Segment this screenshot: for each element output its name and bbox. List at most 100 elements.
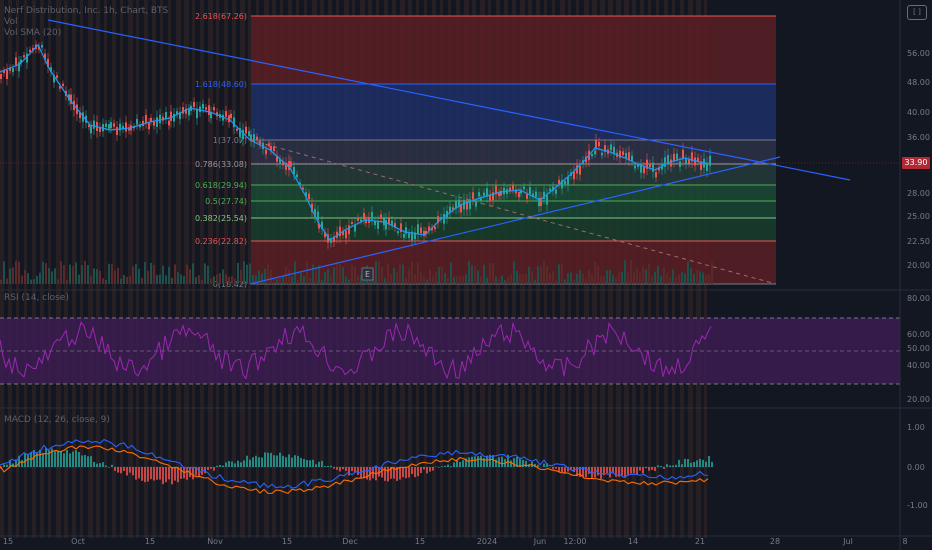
macd-bar bbox=[132, 467, 134, 476]
candle bbox=[529, 187, 531, 195]
volume-bar bbox=[156, 275, 158, 284]
macd-bar bbox=[705, 461, 707, 467]
volume-bar bbox=[141, 277, 143, 284]
volume-bar bbox=[111, 263, 113, 284]
candle bbox=[108, 124, 110, 129]
volume-bar bbox=[405, 277, 407, 284]
volume-bar bbox=[123, 275, 125, 284]
macd-bar bbox=[681, 464, 683, 467]
macd-bar bbox=[267, 452, 269, 467]
volume-bar bbox=[696, 270, 698, 284]
volume-bar bbox=[429, 269, 431, 284]
volume-bar bbox=[474, 266, 476, 284]
macd-bar bbox=[501, 456, 503, 467]
volume-bar bbox=[390, 273, 392, 284]
candle bbox=[41, 44, 43, 48]
macd-bar bbox=[621, 467, 623, 476]
volume-bar bbox=[402, 264, 404, 284]
macd-bar bbox=[78, 451, 80, 467]
volume-bar bbox=[60, 261, 62, 284]
macd-bar bbox=[225, 462, 227, 467]
volume-bar bbox=[357, 275, 359, 284]
macd-bar bbox=[387, 467, 389, 482]
macd-bar bbox=[297, 455, 299, 467]
volume-bar bbox=[480, 276, 482, 284]
macd-bar bbox=[702, 459, 704, 467]
volume-bar bbox=[291, 276, 293, 284]
macd-bar bbox=[642, 467, 644, 474]
volume-bar bbox=[267, 264, 269, 284]
volume-bar bbox=[21, 275, 23, 284]
macd-bar bbox=[261, 457, 263, 467]
volume-bar bbox=[318, 265, 320, 284]
macd-bar bbox=[279, 452, 281, 467]
candle bbox=[579, 165, 581, 175]
volume-bar bbox=[0, 279, 2, 284]
macd-bar bbox=[111, 464, 113, 467]
volume-bar bbox=[612, 275, 614, 284]
macd-bar bbox=[90, 456, 92, 467]
macd-bar bbox=[312, 459, 314, 467]
candle bbox=[62, 83, 64, 86]
volume-bar bbox=[129, 275, 131, 284]
candle bbox=[670, 159, 672, 167]
volume-bar bbox=[264, 268, 266, 284]
volume-bar bbox=[468, 260, 470, 284]
candle bbox=[339, 226, 341, 237]
macd-bar bbox=[699, 458, 701, 467]
macd-bar bbox=[3, 464, 5, 467]
volume-bar bbox=[33, 279, 35, 284]
candle bbox=[460, 205, 462, 213]
volume-bar bbox=[513, 261, 515, 284]
macd-bar bbox=[108, 467, 110, 468]
candle bbox=[136, 118, 138, 125]
volume-bar bbox=[384, 277, 386, 284]
volume-bar bbox=[435, 271, 437, 284]
chart-canvas[interactable]: 2.618(67.26) 1.618(48.60) 1(37.07) 0.786(33… bbox=[0, 0, 932, 550]
candle bbox=[434, 226, 436, 230]
volume-bar bbox=[603, 276, 605, 284]
volume-bar bbox=[495, 276, 497, 284]
macd-bar bbox=[144, 467, 146, 483]
volume-bar bbox=[102, 278, 104, 284]
candle bbox=[317, 211, 319, 220]
volume-bar bbox=[18, 261, 20, 284]
macd-bar bbox=[696, 460, 698, 467]
volume-bar bbox=[249, 263, 251, 284]
macd-bar bbox=[441, 466, 443, 467]
candle bbox=[23, 55, 25, 58]
candle bbox=[148, 122, 150, 130]
macd-bar bbox=[438, 467, 440, 468]
macd-bar bbox=[324, 466, 326, 467]
volume-bar bbox=[210, 278, 212, 284]
volume-bar bbox=[300, 272, 302, 284]
volume-bar bbox=[591, 274, 593, 284]
volume-bar bbox=[411, 261, 413, 284]
candle bbox=[225, 110, 227, 117]
macd-bar bbox=[468, 457, 470, 467]
macd-bar bbox=[54, 451, 56, 467]
candle bbox=[601, 152, 603, 156]
candle bbox=[443, 213, 445, 224]
volume-bar bbox=[705, 274, 707, 284]
expand-icon[interactable]: [ ] bbox=[907, 5, 927, 20]
volume-bar bbox=[75, 262, 77, 284]
candle bbox=[535, 191, 537, 198]
candle bbox=[0, 74, 2, 80]
macd-bar bbox=[327, 465, 329, 467]
macd-bar bbox=[447, 464, 449, 467]
candle bbox=[478, 192, 480, 197]
time-tick: Jun bbox=[533, 537, 547, 546]
volume-bar bbox=[78, 274, 80, 284]
macd-bar bbox=[63, 453, 65, 467]
volume-bar bbox=[138, 268, 140, 284]
macd-bar bbox=[81, 455, 83, 467]
volume-bar bbox=[132, 266, 134, 284]
candle bbox=[202, 103, 204, 109]
macd-bar bbox=[162, 467, 164, 485]
volume-bar bbox=[303, 276, 305, 284]
candle bbox=[512, 185, 514, 190]
macd-bar bbox=[693, 462, 695, 467]
volume-bar bbox=[672, 269, 674, 284]
volume-bar bbox=[177, 272, 179, 284]
